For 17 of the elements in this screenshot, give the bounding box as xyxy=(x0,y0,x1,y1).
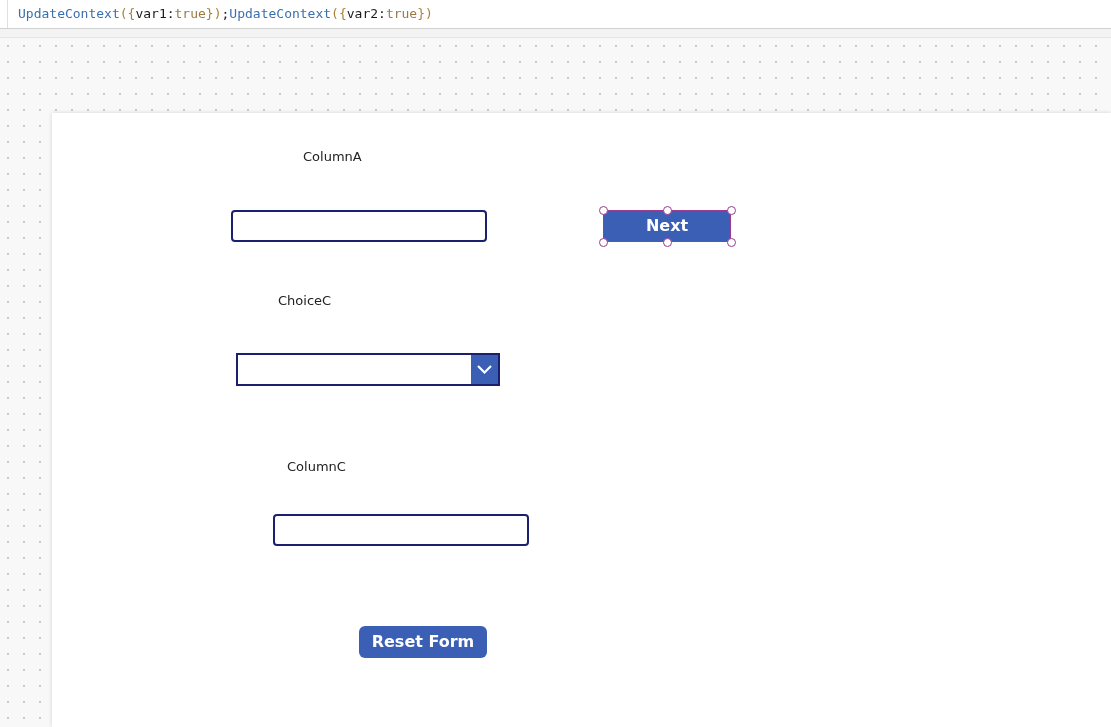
action-button[interactable]: Reset Form xyxy=(359,626,487,658)
field-label: ChoiceC xyxy=(278,292,332,310)
dropdown-field[interactable] xyxy=(236,353,500,386)
resize-handle[interactable] xyxy=(726,205,736,215)
resize-handle[interactable] xyxy=(598,237,608,247)
field-label: ColumnA xyxy=(303,148,362,166)
resize-handle[interactable] xyxy=(662,237,672,247)
formula-bar[interactable]: UpdateContext({var1:true});UpdateContext({var2:true}) xyxy=(0,0,1111,29)
resize-handle[interactable] xyxy=(598,205,608,215)
formula-text: UpdateContext({var1:true});UpdateContext({var2:true}) xyxy=(18,5,433,24)
action-button[interactable]: Next xyxy=(603,210,731,242)
text-input-field[interactable] xyxy=(273,514,529,546)
chevron-down-icon xyxy=(471,355,498,384)
text-input-field[interactable] xyxy=(231,210,487,242)
resize-handle[interactable] xyxy=(726,237,736,247)
field-label: ColumnC xyxy=(287,458,346,476)
resize-handle[interactable] xyxy=(662,205,672,215)
